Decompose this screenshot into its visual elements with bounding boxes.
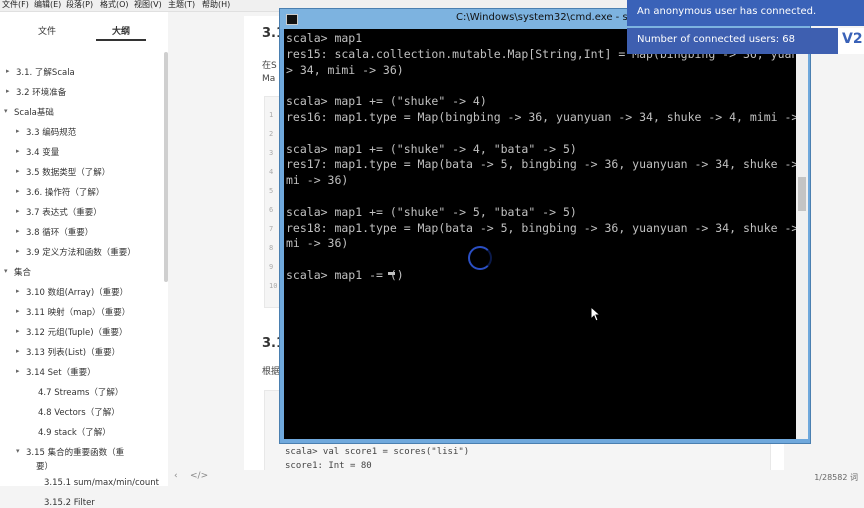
chevron-down-icon[interactable]: ▾	[16, 447, 20, 455]
chevron-down-icon[interactable]: ▾	[4, 107, 8, 115]
chevron-right-icon[interactable]: ▸	[6, 67, 10, 75]
outline-item[interactable]: 要）	[36, 460, 53, 472]
outline-item[interactable]: 3.12 元组(Tuple)（重要）	[26, 326, 128, 338]
console-lines: scala> map1 res15: scala.collection.mutab…	[286, 31, 796, 284]
console-line: scala> map1 += ("shuke" -> 5, "bata" -> …	[286, 204, 577, 219]
line-number: 8	[269, 244, 274, 252]
outline-item[interactable]: 3.8 循环（重要）	[26, 226, 93, 238]
line-number: 7	[269, 225, 274, 233]
chevron-right-icon[interactable]: ▸	[16, 127, 20, 135]
line-number: 10	[269, 282, 278, 290]
outline-item[interactable]: 4.7 Streams（了解）	[38, 386, 123, 398]
outline-item[interactable]: 3.9 定义方法和函数（重要）	[26, 246, 136, 258]
doc-paragraph: 在S	[262, 61, 277, 71]
menu-view[interactable]: 视图(V)	[134, 0, 162, 10]
active-tab-indicator	[96, 39, 146, 41]
outline-item[interactable]: 3.1. 了解Scala	[16, 66, 75, 78]
outline-item[interactable]: 3.2 环境准备	[16, 86, 66, 98]
chevron-left-icon[interactable]: ‹	[174, 471, 178, 481]
chevron-right-icon[interactable]: ▸	[16, 227, 20, 235]
user-count-text: Number of connected users: 68	[637, 34, 796, 45]
cmd-title: C:\Windows\system32\cmd.exe - scala	[456, 12, 649, 23]
menu-file[interactable]: 文件(F)	[2, 0, 29, 10]
chevron-right-icon[interactable]: ▸	[16, 167, 20, 175]
menu-help[interactable]: 帮助(H)	[202, 0, 230, 10]
chevron-right-icon[interactable]: ▸	[6, 87, 10, 95]
word-count[interactable]: 1/28582 词	[814, 472, 858, 483]
doc-paragraph: Ma	[262, 74, 276, 84]
chevron-right-icon[interactable]: ▸	[16, 247, 20, 255]
outline-item[interactable]: 3.6. 操作符（了解）	[26, 186, 104, 198]
source-code-icon[interactable]: </>	[190, 471, 208, 481]
menu-format[interactable]: 格式(O)	[100, 0, 129, 10]
loading-spinner-icon	[468, 246, 492, 270]
outline-item[interactable]: Scala基础	[14, 106, 54, 118]
menu-edit[interactable]: 编辑(E)	[34, 0, 61, 10]
code-line: scala> val score1 = scores("lisi")	[285, 447, 470, 457]
tab-outline[interactable]: 大纲	[112, 24, 130, 37]
text-cursor	[388, 272, 395, 275]
outline-item[interactable]: 集合	[14, 266, 31, 278]
cmd-window[interactable]: C:\Windows\system32\cmd.exe - scala scal…	[279, 8, 811, 444]
chevron-right-icon[interactable]: ▸	[16, 147, 20, 155]
console-line: res16: map1.type = Map(bingbing -> 36, y…	[286, 109, 796, 124]
line-number: 1	[269, 111, 274, 119]
line-number: 6	[269, 206, 274, 214]
console-line: mi -> 36)	[286, 236, 349, 251]
outline-item[interactable]: 3.15.2 Filter	[44, 498, 95, 508]
outline-item[interactable]: 3.11 映射（map）（重要）	[26, 306, 130, 318]
line-number: 4	[269, 168, 274, 176]
chevron-right-icon[interactable]: ▸	[16, 327, 20, 335]
outline-item[interactable]: 4.9 stack（了解）	[38, 426, 111, 438]
cmd-scrollbar[interactable]	[796, 29, 808, 439]
chevron-right-icon[interactable]: ▸	[16, 347, 20, 355]
line-number: 5	[269, 187, 274, 195]
mouse-pointer-icon	[590, 306, 600, 322]
outline-item[interactable]: 3.15 集合的重要函数（重	[26, 446, 124, 458]
outline-item[interactable]: 3.5 数据类型（了解）	[26, 166, 110, 178]
console-line: mi -> 36)	[286, 173, 349, 188]
chevron-right-icon[interactable]: ▸	[16, 307, 20, 315]
console-line: scala> map1 += ("shuke" -> 4)	[286, 94, 487, 109]
menu-theme[interactable]: 主题(T)	[168, 0, 195, 10]
chevron-down-icon[interactable]: ▾	[4, 267, 8, 275]
outline-item[interactable]: 3.10 数组(Array)（重要）	[26, 286, 128, 298]
terminal-icon	[286, 14, 298, 25]
console-output[interactable]: scala> map1 res15: scala.collection.mutab…	[284, 29, 796, 439]
app-logo: V2	[838, 28, 864, 54]
line-number: 9	[269, 263, 274, 271]
connection-notification: An anonymous user has connected.	[627, 0, 864, 26]
outline-item[interactable]: 3.7 表达式（重要）	[26, 206, 102, 218]
console-line: scala> map1 -= ()	[286, 267, 404, 282]
sidebar: 文件 大纲 ▸ 3.1. 了解Scala ▸ 3.2 环境准备 ▾ Scala基础 ▸ 3.3…	[0, 12, 168, 508]
notification-text: An anonymous user has connected.	[637, 6, 817, 17]
user-count-notification: Number of connected users: 68	[627, 28, 864, 54]
console-line: scala> map1 += ("shuke" -> 4, "bata" -> …	[286, 141, 577, 156]
tab-files[interactable]: 文件	[38, 24, 56, 37]
status-bar: ‹ </> 1/28582 词	[168, 470, 864, 486]
chevron-right-icon[interactable]: ▸	[16, 187, 20, 195]
console-line: res17: map1.type = Map(bata -> 5, bingbi…	[286, 157, 796, 172]
scrollbar-thumb[interactable]	[798, 177, 806, 211]
line-number: 2	[269, 130, 274, 138]
chevron-right-icon[interactable]: ▸	[16, 287, 20, 295]
outline-item[interactable]: 3.14 Set（重要）	[26, 366, 96, 378]
console-line: res18: map1.type = Map(bata -> 5, bingbi…	[286, 220, 796, 235]
doc-paragraph: 根据	[262, 367, 281, 377]
chevron-right-icon[interactable]: ▸	[16, 207, 20, 215]
line-number: 3	[269, 149, 274, 157]
outline-item[interactable]: 3.13 列表(List)（重要）	[26, 346, 120, 358]
outline-item[interactable]: 4.8 Vectors（了解）	[38, 406, 120, 418]
outline-item[interactable]: 3.4 变量	[26, 146, 59, 158]
logo-text: V2	[842, 31, 863, 47]
outline-item[interactable]: 3.15.1 sum/max/min/count	[44, 478, 159, 488]
outline-item[interactable]: 3.3 编码规范	[26, 126, 76, 138]
menu-paragraph[interactable]: 段落(P)	[66, 0, 93, 10]
console-line: > 34, mimi -> 36)	[286, 62, 404, 77]
chevron-right-icon[interactable]: ▸	[16, 367, 20, 375]
